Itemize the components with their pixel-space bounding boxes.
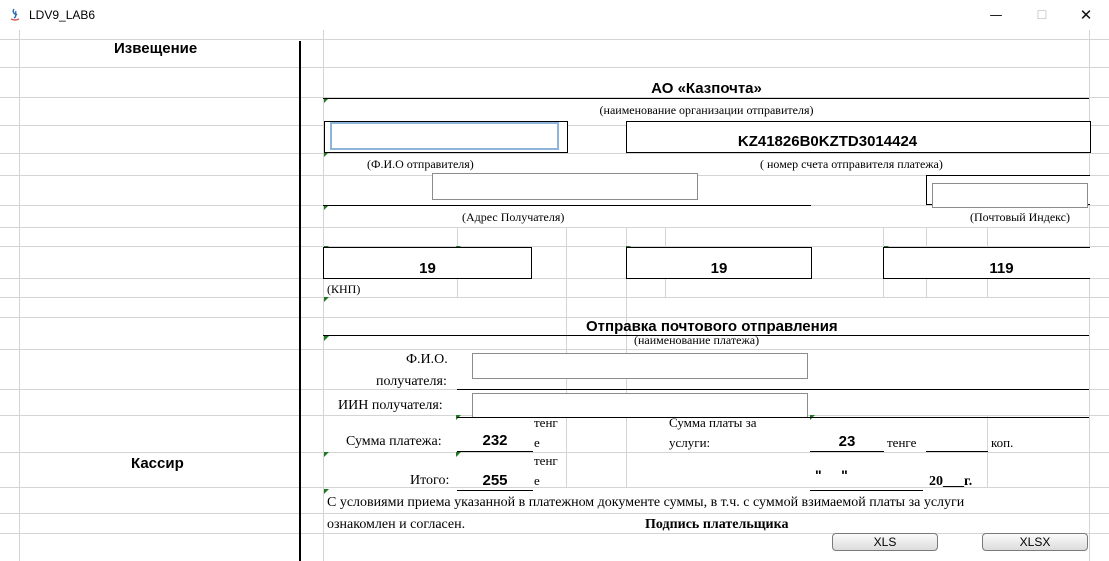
maximize-icon: ☐ <box>1036 8 1048 22</box>
cell-comment-marker <box>324 297 329 302</box>
knp-caption: (КНП) <box>327 282 361 296</box>
underline <box>810 451 884 452</box>
minimize-button[interactable]: — <box>973 0 1019 30</box>
section-divider <box>299 41 301 561</box>
fee-kop: коп. <box>991 435 1014 450</box>
grid-line <box>0 227 1109 228</box>
underline <box>323 205 811 206</box>
fee-tenge: тенге <box>887 435 917 450</box>
recipient-label-2: получателя: <box>376 374 447 389</box>
org-caption: (наименование организации отправителя) <box>599 103 814 117</box>
underline <box>457 490 533 491</box>
underline <box>810 490 923 491</box>
terms-line-1: С условиями приема указанной в платежном… <box>327 495 965 510</box>
fee-value[interactable]: 23 <box>810 433 884 450</box>
year-field: 20___г. <box>929 474 973 489</box>
account-number: KZ41826B0KZTD3014424 <box>737 133 918 150</box>
knp-cell-2[interactable]: 19 <box>626 247 812 279</box>
recipient-name-input[interactable] <box>472 353 808 379</box>
knp-value-2: 19 <box>710 260 728 277</box>
address-input[interactable] <box>432 173 698 200</box>
java-app-icon <box>7 7 23 23</box>
amount-tenge-2: е <box>534 435 540 450</box>
postal-caption: (Почтовый Индекс) <box>970 210 1070 224</box>
xls-export-button[interactable]: XLS <box>832 533 938 551</box>
amount-value[interactable]: 232 <box>457 432 533 449</box>
grid-line <box>0 513 1109 514</box>
sender-caption: (Ф.И.О отправителя) <box>367 157 474 171</box>
underline <box>323 98 1089 99</box>
minimize-icon: — <box>989 7 1003 23</box>
maximize-button[interactable]: ☐ <box>1019 0 1065 30</box>
org-name: АО «Казпочта» <box>651 80 762 97</box>
total-tenge-2: е <box>534 473 540 488</box>
notice-label: Извещение <box>114 40 198 57</box>
cell-comment-marker <box>456 452 461 457</box>
date-quotes: " " <box>815 467 848 483</box>
underline <box>457 451 533 452</box>
knp-cell-1[interactable]: 19 <box>323 247 532 279</box>
grid-line <box>0 533 1109 534</box>
cell-comment-marker <box>324 489 329 494</box>
amount-tenge-1: тенг <box>534 415 558 430</box>
amount-label: Сумма платежа: <box>346 434 442 449</box>
iin-label: ИИН получателя: <box>338 398 443 413</box>
title-bar <box>0 0 1109 30</box>
total-label: Итого: <box>410 473 450 488</box>
address-caption: (Адрес Получателя) <box>462 210 565 224</box>
total-tenge-1: тенг <box>534 453 558 468</box>
knp-cell-3[interactable]: 119 <box>883 247 1090 279</box>
postal-index-input[interactable] <box>932 183 1088 208</box>
grid-line <box>0 297 1109 298</box>
account-caption: ( номер счета отправителя платежа) <box>760 157 943 171</box>
sender-name-input[interactable] <box>330 122 559 150</box>
cashier-label: Кассир <box>131 455 184 472</box>
grid-line <box>0 153 1109 154</box>
grid-line <box>19 30 20 561</box>
payer-signature-label: Подпись плательщика <box>645 517 789 532</box>
terms-line-2: ознакомлен и согласен. <box>327 517 466 532</box>
xlsx-export-button[interactable]: XLSX <box>982 533 1088 551</box>
close-icon: ✕ <box>1079 6 1093 24</box>
payment-caption: (наименование платежа) <box>634 333 760 347</box>
iin-input[interactable] <box>472 393 808 418</box>
fee-label-2: услуги: <box>669 435 711 450</box>
payment-form-sheet: Извещение Кассир АО «Казпочта» (наименов… <box>0 30 1109 561</box>
close-button[interactable]: ✕ <box>1063 0 1109 30</box>
underline <box>926 451 988 452</box>
knp-value-1: 19 <box>419 260 436 277</box>
cell-comment-marker <box>324 452 329 457</box>
grid-line <box>0 67 1109 68</box>
grid-line <box>0 349 1109 350</box>
underline <box>457 389 1089 390</box>
grid-line <box>0 317 1109 318</box>
total-value[interactable]: 255 <box>457 472 533 489</box>
cell-comment-marker <box>324 336 329 341</box>
window-title: LDV9_LAB6 <box>29 8 96 22</box>
knp-value-3: 119 <box>989 260 1014 277</box>
grid-line <box>1089 30 1090 561</box>
recipient-label-1: Ф.И.О. <box>406 352 448 367</box>
fee-label-1: Сумма платы за <box>669 415 757 430</box>
